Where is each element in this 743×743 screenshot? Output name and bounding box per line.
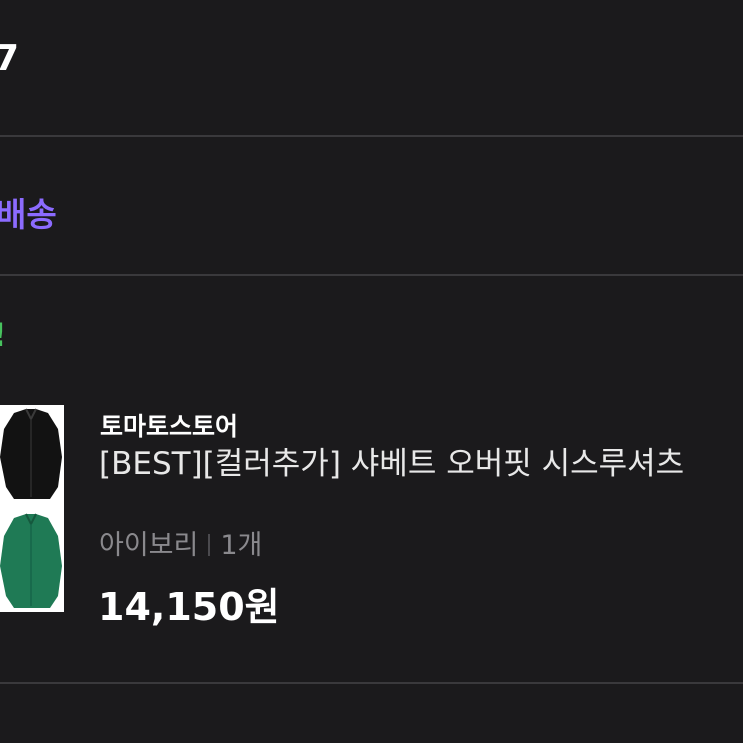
- option-value: 아이보리: [99, 530, 199, 561]
- product-option: 아이보리 1개: [99, 523, 262, 562]
- top-header-text: 7: [0, 38, 20, 79]
- divider-3: [0, 682, 743, 684]
- quantity-value: 1개: [220, 530, 263, 561]
- status-mark: !: [0, 316, 7, 354]
- product-thumbnail[interactable]: [0, 405, 64, 612]
- green-shirt-image: [0, 513, 62, 608]
- divider-1: [0, 135, 743, 137]
- option-separator: [208, 533, 211, 556]
- delivery-label: 배송: [0, 195, 57, 234]
- divider-2: [0, 274, 743, 276]
- product-price: 14,150원: [98, 585, 280, 629]
- product-name[interactable]: [BEST][컬러추가] 샤베트 오버핏 시스루셔츠: [99, 438, 684, 483]
- black-shirt-image: [0, 408, 62, 499]
